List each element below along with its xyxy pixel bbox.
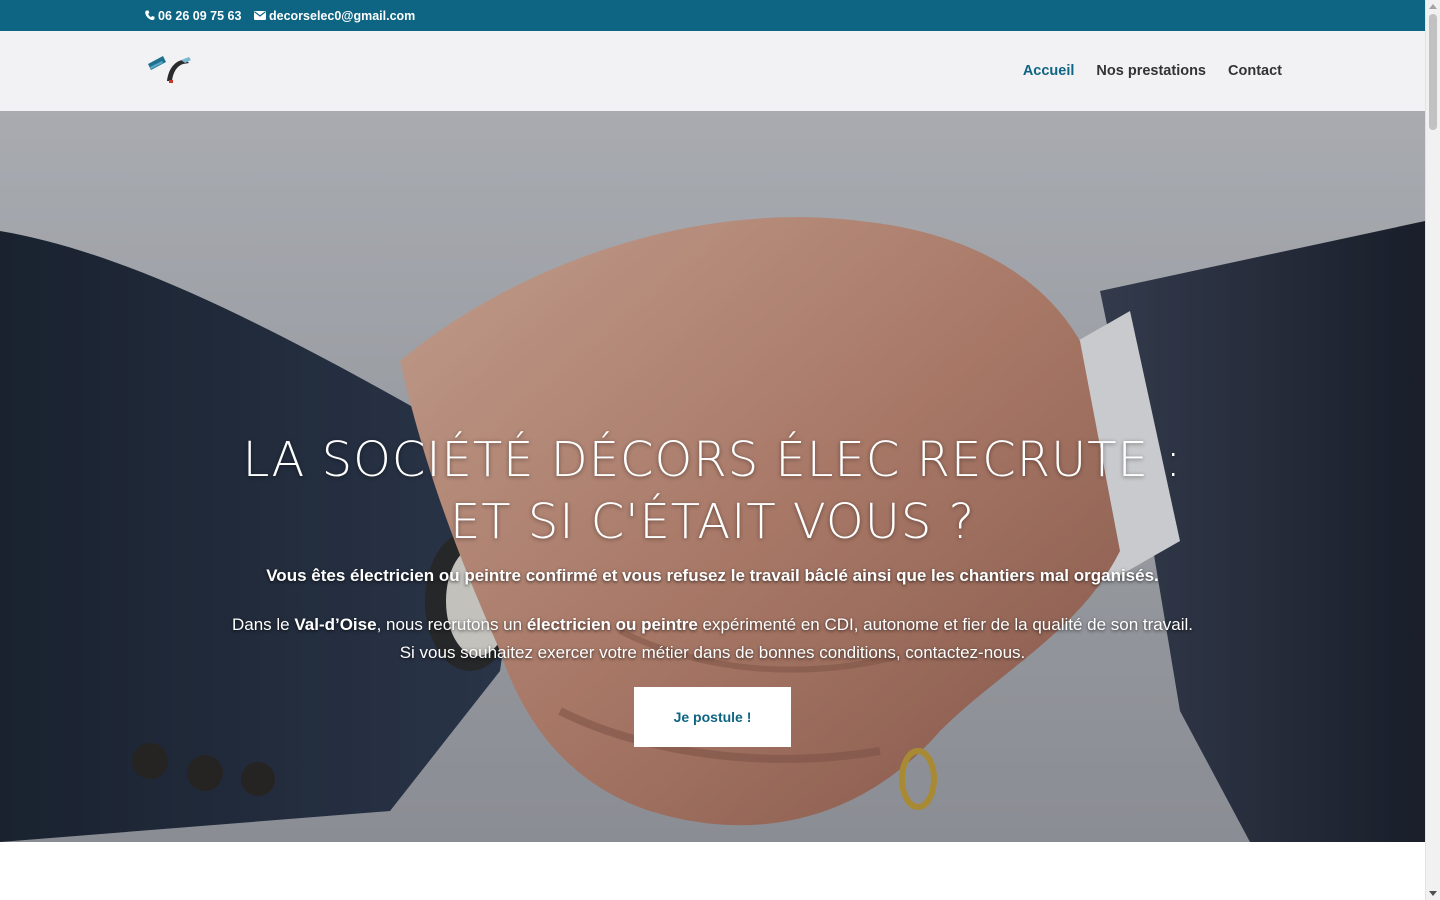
decors-elec-logo-icon: [148, 56, 191, 83]
main-navigation: Accueil Nos prestations Contact: [1023, 31, 1282, 111]
hero-slider: LA SOCIÉTÉ DÉCORS ÉLEC RECRUTE : ET SI C…: [0, 111, 1425, 842]
email-address: decorselec0@gmail.com: [269, 8, 416, 23]
hero-description-line-1: Dans le Val-d’Oise, nous recrutons un él…: [0, 611, 1425, 639]
apply-button[interactable]: Je postule !: [634, 687, 791, 747]
text-fragment: expérimenté en CDI, autonome et fier de …: [697, 615, 1193, 634]
hero-description-line-2: Si vous souhaitez exercer votre métier d…: [399, 643, 1026, 662]
hero-title-line-2: ET SI C'ÉTAIT VOUS ?: [449, 494, 976, 550]
phone-number: 06 26 09 75 63: [158, 8, 242, 23]
page: 06 26 09 75 63 decorselec0@gmail.com Acc…: [0, 0, 1425, 900]
scroll-down-arrow-icon[interactable]: [1429, 891, 1437, 896]
text-fragment: Dans le: [231, 615, 295, 634]
site-header: Accueil Nos prestations Contact: [0, 31, 1425, 111]
hero-subtitle: Vous êtes électricien ou peintre confirm…: [266, 566, 1159, 585]
email-link[interactable]: decorselec0@gmail.com: [254, 0, 415, 31]
envelope-icon: [254, 11, 266, 20]
hero-title-line-1: LA SOCIÉTÉ DÉCORS ÉLEC RECRUTE :: [242, 432, 1183, 488]
top-contact-bar: 06 26 09 75 63 decorselec0@gmail.com: [0, 0, 1425, 31]
page-scrollbar[interactable]: [1425, 0, 1440, 900]
hero-description: Dans le Val-d’Oise, nous recrutons un él…: [0, 611, 1425, 667]
phone-icon: [145, 10, 155, 21]
site-logo[interactable]: [145, 51, 193, 91]
job-highlight: électricien ou peintre: [526, 615, 698, 634]
nav-item-contact[interactable]: Contact: [1228, 63, 1282, 79]
nav-item-accueil[interactable]: Accueil: [1023, 63, 1075, 79]
nav-item-nos-prestations[interactable]: Nos prestations: [1096, 63, 1206, 79]
scroll-up-arrow-icon[interactable]: [1429, 4, 1437, 9]
text-fragment: , nous recrutons un: [376, 615, 527, 634]
scrollbar-thumb[interactable]: [1429, 14, 1437, 130]
region-highlight: Val-d’Oise: [294, 615, 377, 634]
phone-link[interactable]: 06 26 09 75 63: [145, 0, 241, 31]
hero-title: LA SOCIÉTÉ DÉCORS ÉLEC RECRUTE : ET SI C…: [0, 429, 1425, 553]
